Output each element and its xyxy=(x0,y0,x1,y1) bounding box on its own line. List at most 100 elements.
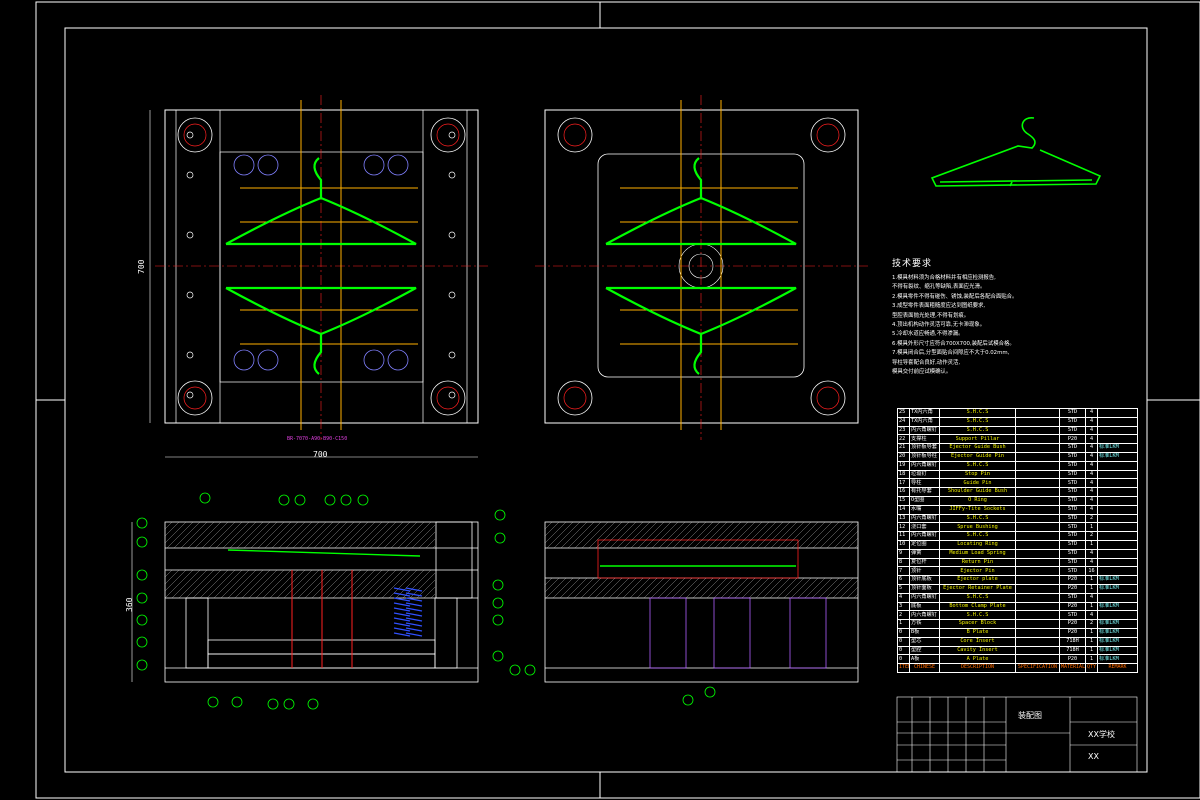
bom-row: 15 O型圈 O Ring STD 4 xyxy=(897,495,1138,506)
section-hatch xyxy=(348,521,376,549)
bom-cell-mat: P20 xyxy=(1059,575,1086,585)
bom-cell-spec xyxy=(1015,557,1060,568)
bom-header-cell: SPECIFICATION xyxy=(1015,663,1060,673)
return-pin-circle xyxy=(233,154,255,176)
bom-cell-cn: 内六角螺钉 xyxy=(909,592,940,603)
bom-row: 0 A板 A Plate P20 1 标准LKM xyxy=(897,654,1138,665)
bom-cell-spec xyxy=(1015,408,1060,418)
section-hatch xyxy=(164,521,180,537)
section-hatch xyxy=(588,521,616,549)
bom-cell-mat: STD xyxy=(1059,513,1086,524)
return-pin-circle xyxy=(257,154,279,176)
bom-row: 19 内六角螺钉 S.H.C.S STD 4 xyxy=(897,460,1138,471)
guide-pin-hole xyxy=(816,386,840,410)
bom-cell-qty: 16 xyxy=(1085,566,1098,577)
section-hatch xyxy=(791,521,819,549)
section-hatch xyxy=(180,521,208,549)
drawing-code: XX xyxy=(1088,752,1099,761)
section-hatch xyxy=(383,521,411,549)
bom-cell-mat: STD xyxy=(1059,531,1086,541)
hanger-hook xyxy=(313,157,323,198)
bom-cell-item: 22 xyxy=(897,434,910,445)
bom-cell-mat: STD xyxy=(1059,504,1086,515)
screw-hole xyxy=(186,171,194,179)
section-hatch xyxy=(164,521,173,530)
section-hatch xyxy=(686,521,714,549)
bom-cell-item: 8 xyxy=(897,557,910,568)
bom-cell-item: 14 xyxy=(897,504,910,515)
section-hatch xyxy=(658,521,686,549)
bom-cell-desc: S.H.C.S xyxy=(939,592,1016,603)
bom-cell-item: 17 xyxy=(897,478,910,489)
bom-header-cell: ITEM xyxy=(897,663,910,673)
section-hatch xyxy=(334,521,362,549)
bom-cell-spec xyxy=(1015,416,1060,427)
bom-cell-rem xyxy=(1097,610,1138,621)
section-hatch xyxy=(220,569,250,599)
section-hatch xyxy=(397,521,425,549)
bom-cell-item: 16 xyxy=(897,487,910,497)
section-hatch xyxy=(425,538,436,549)
bom-cell-spec xyxy=(1015,522,1060,533)
section-hatch xyxy=(164,569,180,585)
section-hatch xyxy=(269,569,299,599)
section-hatch xyxy=(339,569,369,599)
section-hatch xyxy=(360,569,390,599)
screw-hole xyxy=(448,291,456,299)
bom-cell-spec xyxy=(1015,627,1060,638)
section-hatch xyxy=(355,521,383,549)
bom-cell-mat: P20 xyxy=(1059,619,1086,629)
bom-cell-mat: STD xyxy=(1059,460,1086,471)
bom-cell-item: 4 xyxy=(897,592,910,603)
bom-cell-cn: O型圈 xyxy=(909,495,940,506)
bom-cell-rem: 标准LKM xyxy=(1097,451,1138,462)
screw-hole xyxy=(448,391,456,399)
hanger-product-isometric xyxy=(930,117,1102,187)
guide-pin-hole xyxy=(563,386,587,410)
section-hatch xyxy=(812,521,840,549)
part-callout-balloon xyxy=(494,509,506,521)
bom-cell-rem xyxy=(1097,539,1138,550)
bom-cell-qty: 4 xyxy=(1085,610,1098,621)
bom-cell-desc: Ejector plate xyxy=(939,575,1016,585)
section-hatch xyxy=(271,521,299,549)
section-hatch xyxy=(546,521,574,549)
bom-cell-rem: 标准LKM xyxy=(1097,654,1138,665)
bom-cell-qty: 4 xyxy=(1085,460,1098,471)
bom-cell-spec xyxy=(1015,451,1060,462)
bom-cell-item: 19 xyxy=(897,460,910,471)
bom-cell-desc: Support Pillar xyxy=(939,434,1016,445)
bom-cell-rem xyxy=(1097,557,1138,568)
part-callout-balloon xyxy=(136,569,148,581)
section-hatch xyxy=(805,521,833,549)
bom-cell-qty: 4 xyxy=(1085,495,1098,506)
section-hatch xyxy=(367,569,397,599)
bom-row: 20 顶针板导柱 Ejector Guide Pin STD 4 标准LKM xyxy=(897,451,1138,462)
bom-cell-mat: STD xyxy=(1059,566,1086,577)
bom-cell-mat: STD xyxy=(1059,425,1086,436)
bom-cell-spec xyxy=(1015,583,1060,594)
bom-cell-mat: STD xyxy=(1059,522,1086,533)
section-hatch xyxy=(320,521,348,549)
section-hatch xyxy=(299,521,327,549)
part-callout-balloon xyxy=(267,698,279,710)
technical-note: 7.模具闭合后,分型面贴合间隙应不大于0.02mm, xyxy=(892,350,1010,357)
plan-height-dimension: 700 xyxy=(137,259,146,274)
bom-header-cell: MATERIAL xyxy=(1059,663,1086,673)
screw-hole xyxy=(186,351,194,359)
drawing-title: 装配图 xyxy=(1018,711,1042,720)
bom-cell-cn: 内六角螺钉 xyxy=(909,513,940,524)
guide-pin-circle xyxy=(177,380,213,416)
bom-cell-spec xyxy=(1015,460,1060,471)
bom-cell-rem xyxy=(1097,495,1138,506)
bom-cell-cn: 内六角螺钉 xyxy=(909,531,940,541)
bom-cell-qty: 4 xyxy=(1085,478,1098,489)
bom-row: 14 水嘴 JIFFy-Tite Sockets STD 4 xyxy=(897,504,1138,515)
bom-cell-rem xyxy=(1097,504,1138,515)
bom-cell-qty: 1 xyxy=(1085,522,1098,533)
bom-cell-item: 0 xyxy=(897,645,910,656)
bom-cell-mat: STD xyxy=(1059,557,1086,568)
bom-cell-cn: 复位杆 xyxy=(909,557,940,568)
technical-note: 3.成型零件表面粗糙度应达到图纸要求, xyxy=(892,303,986,310)
screw-hole xyxy=(186,391,194,399)
